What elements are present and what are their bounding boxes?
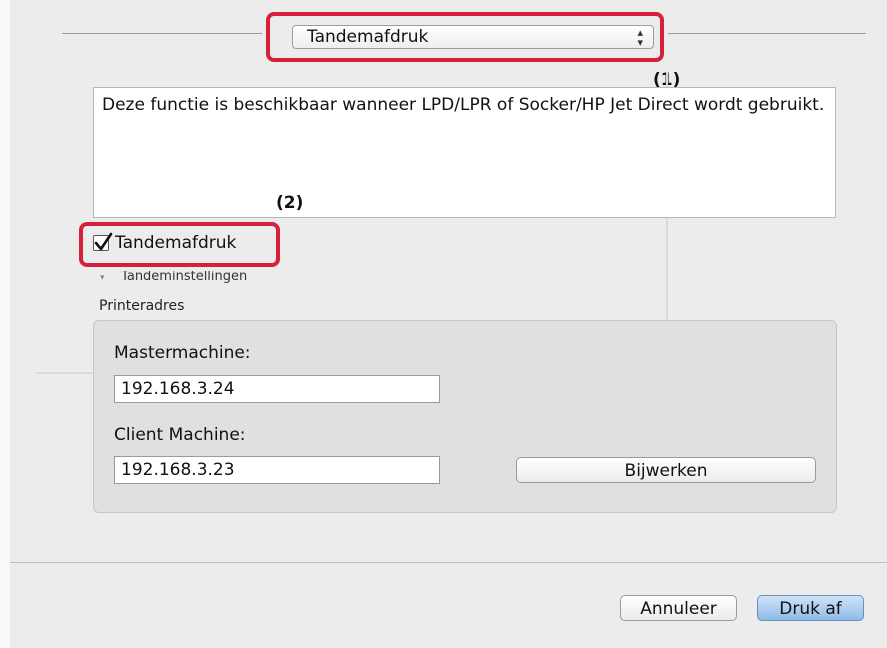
print-dialog: Tandemafdruk ▴ ▾ (1) Deze functie is besc… [0, 0, 887, 648]
updown-arrows-icon: ▴ ▾ [637, 26, 643, 49]
popup-selected-value: Tandemafdruk [307, 27, 429, 47]
callout-2: (2) [276, 193, 304, 213]
master-machine-label: Mastermachine: [114, 343, 251, 363]
printer-address-group: Mastermachine: Client Machine: Bijwerken [93, 320, 837, 513]
update-button[interactable]: Bijwerken [516, 457, 816, 483]
footer-separator [10, 562, 887, 563]
popup-highlight: Tandemafdruk ▴ ▾ [266, 12, 664, 62]
disclosure-triangle-icon: ▾ [100, 273, 105, 283]
panel-select-popup[interactable]: Tandemafdruk ▴ ▾ [292, 25, 654, 49]
tandem-checkbox[interactable] [93, 232, 113, 251]
master-machine-input[interactable] [114, 375, 440, 403]
checkbox-highlight: Tandemafdruk [79, 222, 280, 267]
client-machine-label: Client Machine: [114, 425, 246, 445]
printer-address-title: Printeradres [99, 298, 185, 314]
tandem-settings-label: Tandeminstellingen [121, 271, 248, 283]
client-machine-input[interactable] [114, 456, 440, 484]
separator-left [62, 33, 262, 34]
print-button[interactable]: Druk af [757, 595, 864, 621]
tandem-settings-disclosure[interactable]: ▾ Tandeminstellingen [100, 271, 247, 283]
description-text: Deze functie is beschikbaar wanneer LPD/… [93, 87, 836, 218]
cancel-button[interactable]: Annuleer [620, 595, 737, 621]
tandem-checkbox-label[interactable]: Tandemafdruk [115, 232, 236, 254]
checkmark-icon [94, 232, 113, 251]
separator-right [668, 33, 866, 34]
window-edge [0, 0, 10, 648]
